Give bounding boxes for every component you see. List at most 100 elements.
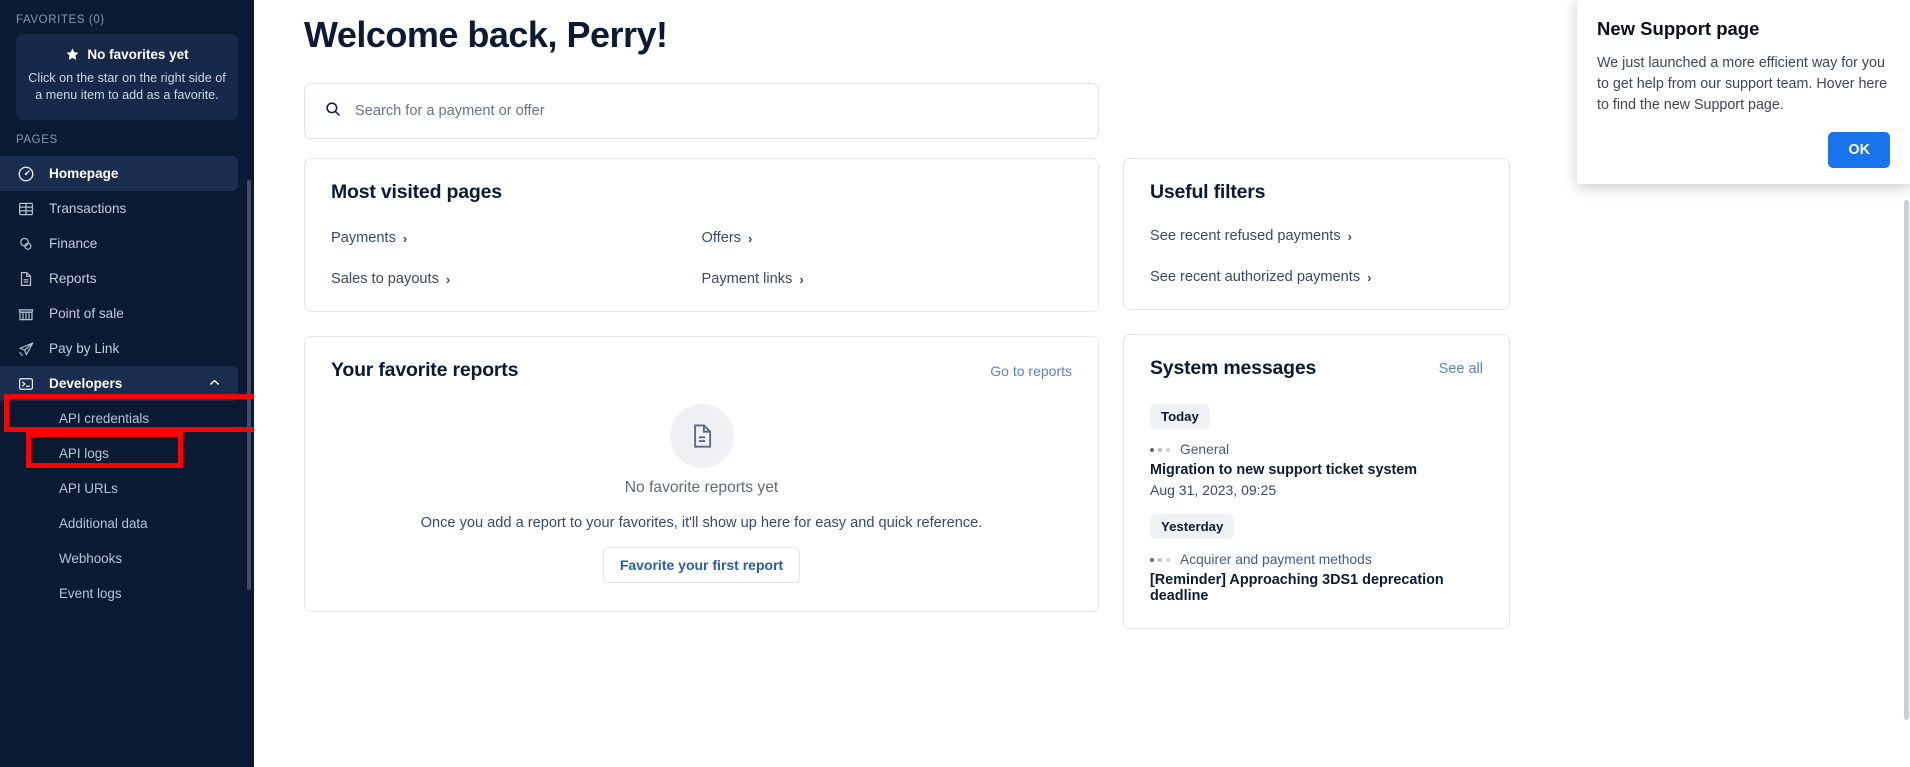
favorites-empty-title-row: No favorites yet (28, 47, 226, 62)
see-all-link[interactable]: See all (1439, 361, 1483, 377)
link-label: Offers (701, 230, 741, 246)
right-column: Useful filters See recent refused paymen… (1123, 158, 1510, 629)
link-recent-refused-payments[interactable]: See recent refused payments › (1150, 228, 1483, 244)
go-to-reports-link[interactable]: Go to reports (990, 363, 1072, 379)
search-icon (324, 100, 342, 123)
message-category: General (1180, 442, 1230, 457)
sidebar-scrollbar[interactable] (247, 180, 251, 590)
storefront-icon (16, 304, 35, 323)
dots-icon (1150, 557, 1170, 562)
system-messages-header: System messages See all (1150, 357, 1483, 380)
system-messages-group-yesterday: Yesterday Acquirer and payment methods [… (1150, 514, 1483, 604)
favorite-reports-empty-title: No favorite reports yet (624, 479, 779, 496)
sidebar-subitem-api-urls[interactable]: API URLs (0, 471, 254, 506)
sidebar-subitem-webhooks[interactable]: Webhooks (0, 541, 254, 576)
search-placeholder: Search for a payment or offer (355, 103, 545, 119)
app-root: FAVORITES (0) No favorites yet Click on … (0, 0, 1910, 767)
sidebar-item-developers[interactable]: Developers (0, 366, 238, 401)
sidebar-subitem-label: Webhooks (59, 551, 123, 566)
main-content: Welcome back, Perry! Search for a paymen… (254, 0, 1910, 767)
link-label: Payments (331, 230, 396, 246)
chevron-right-icon: › (1367, 269, 1372, 285)
sidebar-item-label: Finance (49, 236, 98, 251)
message-title: [Reminder] Approaching 3DS1 deprecation … (1150, 572, 1444, 604)
useful-filters-links: See recent refused payments › See recent … (1150, 228, 1483, 285)
system-messages-card: System messages See all Today General Mi… (1123, 334, 1510, 629)
most-visited-title: Most visited pages (331, 181, 502, 203)
link-sales-to-payouts[interactable]: Sales to payouts › (331, 271, 702, 287)
link-label: See recent refused payments (1150, 228, 1341, 244)
useful-filters-title: Useful filters (1150, 181, 1266, 203)
system-messages-title: System messages (1150, 357, 1317, 379)
new-support-page-popup: New Support page We just launched a more… (1577, 0, 1910, 184)
sidebar-item-label: Transactions (49, 201, 127, 216)
most-visited-links: Payments › Offers › Sales to payouts › Paym… (331, 230, 1072, 287)
sidebar-item-homepage[interactable]: Homepage (0, 156, 238, 191)
link-offers[interactable]: Offers › (702, 230, 1073, 246)
day-badge: Yesterday (1150, 514, 1235, 539)
favorites-empty-card: No favorites yet Click on the star on th… (16, 34, 238, 120)
message-category-row: General (1150, 442, 1483, 457)
sidebar-item-finance[interactable]: Finance (0, 226, 254, 261)
link-label: See recent authorized payments (1150, 269, 1361, 285)
link-payments[interactable]: Payments › (331, 230, 702, 246)
chevron-up-icon[interactable] (207, 375, 222, 393)
chevron-right-icon: › (747, 230, 753, 246)
message-category-row: Acquirer and payment methods (1150, 552, 1483, 567)
chevron-right-icon: › (402, 230, 408, 246)
popup-actions: OK (1597, 132, 1890, 168)
sidebar-item-point-of-sale[interactable]: Point of sale (0, 296, 254, 331)
document-icon (16, 269, 35, 288)
sidebar-item-label: Homepage (49, 166, 119, 181)
chevron-right-icon: › (1347, 228, 1352, 244)
page-scrollbar[interactable] (1904, 200, 1909, 720)
useful-filters-card: Useful filters See recent refused paymen… (1123, 158, 1510, 310)
message-category: Acquirer and payment methods (1180, 552, 1372, 567)
link-label: Payment links (701, 271, 793, 287)
paper-plane-icon (16, 339, 35, 358)
homepage-icon (16, 164, 35, 183)
table-icon (16, 199, 35, 218)
dots-icon (1150, 447, 1170, 452)
terminal-icon (16, 374, 35, 393)
sidebar-item-transactions[interactable]: Transactions (0, 191, 254, 226)
day-badge: Today (1150, 404, 1210, 429)
sidebar-nav-list: Homepage Transactions Finance Reports Po… (0, 156, 254, 611)
search-input[interactable]: Search for a payment or offer (304, 83, 1099, 139)
favorites-empty-desc: Click on the star on the right side of a… (28, 71, 226, 102)
sidebar-item-reports[interactable]: Reports (0, 261, 254, 296)
sidebar-subitem-api-credentials[interactable]: API credentials (0, 401, 254, 436)
list-item[interactable]: Acquirer and payment methods [Reminder] … (1150, 552, 1483, 604)
star-icon (65, 47, 80, 62)
sidebar-subitem-label: Additional data (59, 516, 148, 531)
message-title: Migration to new support ticket system (1150, 462, 1418, 478)
popup-ok-button[interactable]: OK (1828, 132, 1890, 168)
sidebar: FAVORITES (0) No favorites yet Click on … (0, 0, 254, 767)
list-item[interactable]: General Migration to new support ticket … (1150, 442, 1483, 498)
link-recent-authorized-payments[interactable]: See recent authorized payments › (1150, 269, 1483, 285)
sidebar-item-label: Developers (49, 376, 123, 391)
favorite-reports-card: Your favorite reports Go to reports No f… (304, 336, 1099, 612)
system-messages-list: Today General Migration to new support t… (1150, 404, 1483, 604)
message-date: Aug 31, 2023, 09:25 (1150, 482, 1277, 498)
sidebar-subitem-api-logs[interactable]: API logs (0, 436, 254, 471)
favorite-reports-header: Your favorite reports Go to reports (331, 359, 1072, 382)
sidebar-subitem-label: API URLs (59, 481, 118, 496)
sidebar-item-pay-by-link[interactable]: Pay by Link (0, 331, 254, 366)
left-column: Most visited pages Payments › Offers › Sal… (304, 158, 1099, 629)
sidebar-item-label: Reports (49, 271, 97, 286)
sidebar-subitem-event-logs[interactable]: Event logs (0, 576, 254, 611)
favorite-first-report-button[interactable]: Favorite your first report (602, 547, 801, 583)
link-label: Sales to payouts (331, 271, 439, 287)
favorite-reports-empty-state: No favorite reports yet Once you add a r… (331, 404, 1072, 587)
dashboard-columns: Most visited pages Payments › Offers › Sal… (304, 158, 1910, 629)
sidebar-subitem-label: API logs (59, 446, 109, 461)
sidebar-subitem-label: API credentials (59, 411, 150, 426)
favorite-reports-empty-desc: Once you add a report to your favorites,… (420, 515, 983, 531)
popup-title: New Support page (1597, 18, 1760, 39)
most-visited-pages-card: Most visited pages Payments › Offers › Sal… (304, 158, 1099, 312)
sidebar-subitem-additional-data[interactable]: Additional data (0, 506, 254, 541)
sidebar-item-label: Pay by Link (49, 341, 120, 356)
favorite-reports-title: Your favorite reports (331, 359, 519, 381)
link-payment-links[interactable]: Payment links › (702, 271, 1073, 287)
